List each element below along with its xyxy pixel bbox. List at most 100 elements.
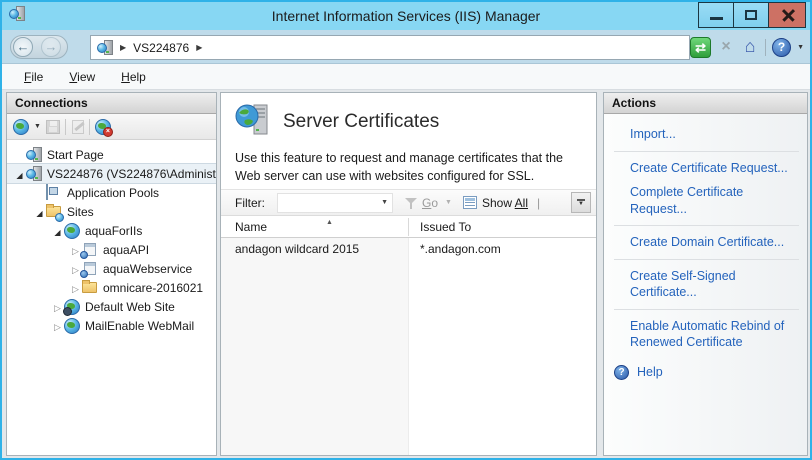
breadcrumb-arrow-icon[interactable]: [196, 43, 202, 52]
help-label: Help: [637, 365, 663, 379]
go-button: Go: [422, 196, 438, 210]
separator: [89, 119, 90, 135]
server-icon: [97, 40, 113, 56]
window-title: Internet Information Services (IIS) Mana…: [2, 8, 810, 24]
breadcrumb-arrow-icon[interactable]: [120, 43, 126, 52]
column-header-name[interactable]: Name: [235, 220, 267, 234]
menu-bar: File View Help: [2, 64, 810, 90]
tree-item-server[interactable]: VS224876 (VS224876\Administ: [7, 164, 216, 183]
tree-item-label: MailEnable WebMail: [85, 319, 194, 333]
separator: [614, 225, 799, 226]
home-icon[interactable]: [741, 38, 759, 56]
feature-description: Use this feature to request and manage c…: [235, 149, 587, 185]
tree-item-label: Sites: [67, 205, 94, 219]
restart-icon[interactable]: [690, 37, 711, 58]
column-divider: [408, 238, 409, 455]
tree-item-start-page[interactable]: Start Page: [7, 145, 216, 164]
close-button[interactable]: [768, 2, 806, 28]
table-row[interactable]: andagon wildcard 2015 *.andagon.com: [221, 238, 596, 259]
connections-tree: Start Page VS224876 (VS224876\Administ A…: [7, 140, 216, 335]
tree-item-application-pools[interactable]: Application Pools: [7, 183, 216, 202]
maximize-icon: [745, 10, 757, 20]
show-all-icon[interactable]: [463, 196, 477, 209]
separator: [765, 39, 766, 56]
show-all-button[interactable]: Show All: [482, 196, 528, 210]
menu-view[interactable]: View: [69, 70, 95, 84]
iis-start-page-icon: [26, 147, 42, 163]
disconnect-icon[interactable]: [95, 119, 111, 135]
group-by-button[interactable]: [571, 192, 591, 213]
expander-icon[interactable]: [13, 167, 26, 181]
expander-icon[interactable]: [33, 205, 46, 219]
expander-icon[interactable]: [51, 224, 64, 238]
edit-connection-icon: [72, 120, 84, 134]
tree-item-label: aquaAPI: [103, 243, 149, 257]
title-bar[interactable]: Internet Information Services (IIS) Mana…: [2, 2, 810, 30]
separator: [614, 259, 799, 260]
stop-icon: [717, 38, 735, 56]
action-complete-certificate-request[interactable]: Complete Certificate Request...: [614, 180, 799, 221]
cell-name: andagon wildcard 2015: [235, 242, 359, 256]
tree-item-label: aquaForIIs: [85, 224, 142, 238]
tree-item-aquawebservice[interactable]: aquaWebservice: [7, 259, 216, 278]
tree-item-default-web-site[interactable]: Default Web Site: [7, 297, 216, 316]
column-divider[interactable]: [408, 218, 409, 236]
sites-folder-icon: [46, 204, 62, 220]
website-globe-icon: [64, 318, 80, 334]
sorted-column-shade: [221, 238, 408, 455]
connections-header: Connections: [7, 93, 216, 114]
tree-item-aquaforiis[interactable]: aquaForIIs: [7, 221, 216, 240]
connections-toolbar: [7, 114, 216, 140]
server-icon: [26, 166, 42, 182]
folder-icon: [82, 280, 98, 296]
filter-toolbar: Filter: Go Show All |: [221, 189, 596, 216]
separator: [614, 151, 799, 152]
server-certificates-icon: [235, 102, 273, 145]
action-create-self-signed-certificate[interactable]: Create Self-Signed Certificate...: [614, 264, 799, 305]
tree-item-omnicare-folder[interactable]: omnicare-2016021: [7, 278, 216, 297]
tree-item-label: aquaWebservice: [103, 262, 192, 276]
action-import[interactable]: Import...: [614, 122, 799, 147]
feature-title: Server Certificates: [283, 111, 439, 133]
forward-button[interactable]: [41, 37, 61, 57]
separator: [614, 309, 799, 310]
tree-item-label: Default Web Site: [85, 300, 175, 314]
address-bar: VS224876: [2, 30, 810, 64]
address-bar-icons: [690, 36, 804, 58]
action-help[interactable]: Help: [614, 361, 799, 380]
back-button[interactable]: [13, 37, 33, 57]
menu-help[interactable]: Help: [121, 70, 146, 84]
create-connection-dropdown-icon[interactable]: [34, 123, 41, 130]
help-dropdown-icon[interactable]: [797, 44, 804, 51]
expander-icon[interactable]: [69, 281, 82, 295]
action-enable-automatic-rebind[interactable]: Enable Automatic Rebind of Renewed Certi…: [614, 314, 799, 355]
tree-item-sites[interactable]: Sites: [7, 202, 216, 221]
action-create-certificate-request[interactable]: Create Certificate Request...: [614, 156, 799, 181]
tree-item-label: VS224876 (VS224876\Administ: [47, 167, 216, 181]
nav-buttons: [10, 35, 68, 59]
tree-item-mailenable-webmail[interactable]: MailEnable WebMail: [7, 316, 216, 335]
connections-panel: Connections Start Page: [6, 92, 217, 456]
cell-issued-to: *.andagon.com: [420, 242, 501, 256]
tree-item-label: omnicare-2016021: [103, 281, 203, 295]
filter-input[interactable]: [277, 193, 393, 213]
action-create-domain-certificate[interactable]: Create Domain Certificate...: [614, 230, 799, 255]
maximize-button[interactable]: [733, 2, 769, 28]
minimize-button[interactable]: [698, 2, 734, 28]
breadcrumb[interactable]: VS224876: [90, 35, 690, 60]
feature-view-panel: Server Certificates Use this feature to …: [220, 92, 597, 456]
actions-header: Actions: [604, 93, 807, 114]
separator: |: [537, 196, 540, 210]
expander-icon[interactable]: [51, 319, 64, 333]
tree-item-aquaapi[interactable]: aquaAPI: [7, 240, 216, 259]
certificates-table-header: Name Issued To: [221, 217, 596, 238]
column-header-issued-to[interactable]: Issued To: [420, 220, 471, 234]
application-pools-icon: [46, 185, 62, 201]
actions-panel: Actions Import... Create Certificate Req…: [603, 92, 808, 456]
certificates-table-body: andagon wildcard 2015 *.andagon.com: [221, 238, 596, 455]
application-icon: [82, 261, 98, 277]
breadcrumb-server[interactable]: VS224876: [133, 41, 189, 55]
help-icon[interactable]: [772, 38, 791, 57]
menu-file[interactable]: File: [24, 70, 43, 84]
create-connection-icon[interactable]: [13, 119, 29, 135]
